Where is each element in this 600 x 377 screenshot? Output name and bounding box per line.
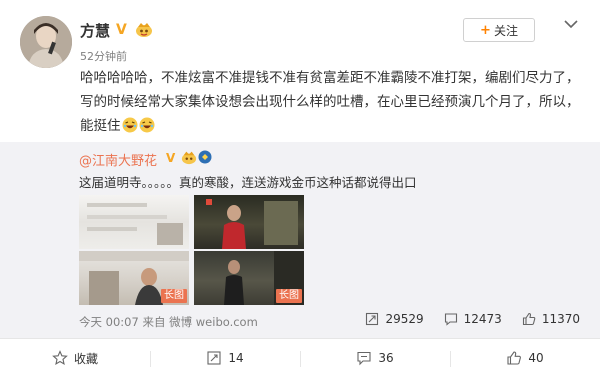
repost-icon	[366, 312, 379, 326]
repost-stats: 29529 12473 11370	[365, 312, 580, 326]
weibo-post-card: 方慧 V 52分钟前 + 关注 哈哈哈哈哈，不准炫富不准提钱不准有贫富差距不准霸…	[0, 0, 600, 377]
thumbs-up-icon	[507, 351, 522, 365]
repost-time-source[interactable]: 今天 00:07 来自 微博 weibo.com	[79, 314, 258, 330]
repost-button[interactable]: 14	[150, 339, 300, 377]
repost-icon	[207, 351, 221, 365]
like-count-button[interactable]: 11370	[522, 312, 580, 326]
member-badge-icon	[198, 150, 212, 164]
image-thumbnail-3[interactable]: 长图	[79, 251, 189, 305]
comment-icon	[444, 313, 457, 326]
comment-count-button[interactable]: 12473	[444, 312, 502, 326]
like-button[interactable]: 40	[450, 339, 600, 377]
vip-crown-icon	[136, 23, 152, 37]
repost-count-button[interactable]: 29529	[365, 312, 424, 326]
favorite-label: 收藏	[73, 351, 98, 366]
vip-crown-icon	[181, 151, 197, 165]
comment-count: 12473	[463, 312, 502, 326]
long-image-badge: 长图	[276, 289, 302, 303]
image-grid: 长图 长图	[79, 195, 304, 305]
star-icon	[52, 350, 68, 366]
comment-icon	[357, 351, 371, 366]
laughing-emoji-icon	[139, 117, 154, 133]
action-bar: 收藏 14 36 40	[0, 338, 600, 377]
repost-count: 29529	[385, 312, 424, 326]
repost-text: 这届道明寺。。。。。真的寒酸，连送游戏金币这种话都说得出口	[79, 175, 417, 190]
post-text: 哈哈哈哈哈，不准炫富不准提钱不准有贫富差距不准霸陵不准打架，编剧们尽力了，写的时…	[80, 70, 580, 134]
image-thumbnail-4[interactable]: 长图	[194, 251, 304, 305]
follow-button[interactable]: + 关注	[463, 18, 535, 42]
image-thumbnail-2[interactable]	[194, 195, 304, 249]
laughing-emoji-icon	[122, 117, 137, 133]
post-timestamp[interactable]: 52分钟前	[80, 48, 127, 64]
verified-v-icon: V	[116, 22, 127, 38]
thumbs-up-icon	[522, 312, 536, 326]
repost-count: 14	[228, 351, 244, 365]
like-count: 40	[528, 351, 544, 365]
repost-box: @江南大野花 V 这届道明寺。。。。。真的寒酸，连送游戏金币这种话都说得出口 长…	[0, 142, 600, 338]
image-thumbnail-1[interactable]	[79, 195, 189, 249]
verified-v-icon: V	[166, 151, 176, 165]
repost-author[interactable]: @江南大野花	[79, 150, 157, 169]
comment-count: 36	[378, 351, 394, 365]
favorite-button[interactable]: 收藏	[0, 339, 150, 377]
author-avatar[interactable]	[20, 16, 72, 68]
follow-label: 关注	[493, 23, 518, 38]
author-name[interactable]: 方慧	[80, 20, 110, 41]
post-body: 哈哈哈哈哈，不准炫富不准提钱不准有贫富差距不准霸陵不准打架，编剧们尽力了，写的时…	[80, 66, 585, 138]
long-image-badge: 长图	[161, 289, 187, 303]
chevron-down-icon[interactable]	[562, 16, 580, 32]
plus-icon: +	[480, 22, 491, 38]
like-count: 11370	[541, 312, 580, 326]
comment-button[interactable]: 36	[300, 339, 450, 377]
